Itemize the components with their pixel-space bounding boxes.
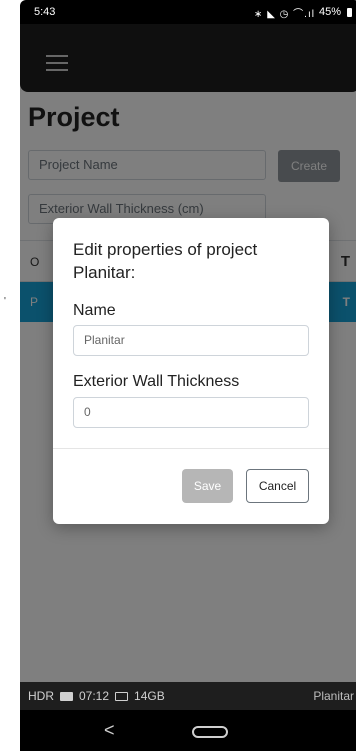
edit-project-modal: Edit properties of project Planitar: Nam… — [53, 218, 329, 524]
taskbar-app-name: Planitar — [313, 689, 354, 703]
bottom-taskbar: HDR 07:12 14GB Planitar — [20, 682, 360, 710]
phone-screen: ' 5:43 ∗ ◣ ◷ ⌒.ıl 45% Project Project Na… — [0, 0, 360, 751]
modal-footer-divider — [53, 448, 329, 449]
cancel-button[interactable]: Cancel — [246, 469, 309, 503]
left-bezel — [0, 0, 20, 751]
hdr-label: HDR — [28, 689, 54, 703]
taskbar-storage: 14GB — [134, 689, 165, 703]
battery-icon — [347, 7, 352, 17]
status-icons-glyphs: ∗ ◣ ◷ ⌒.ıl — [254, 8, 315, 20]
status-icons: ∗ ◣ ◷ ⌒.ıl 45% — [254, 5, 352, 20]
battery-percent: 45% — [318, 6, 341, 18]
storage-icon — [115, 691, 129, 701]
home-icon[interactable] — [192, 726, 228, 738]
thickness-input[interactable]: 0 — [73, 397, 309, 428]
taskbar-time: 07:12 — [79, 689, 110, 703]
status-time: 5:43 — [34, 6, 56, 18]
name-input[interactable]: Planitar — [73, 325, 309, 356]
bezel-mark: ' — [4, 296, 6, 307]
status-bar: 5:43 ∗ ◣ ◷ ⌒.ıl 45% — [20, 0, 360, 24]
thickness-label: Exterior Wall Thickness — [73, 373, 240, 390]
navigation-bar: < — [20, 710, 360, 751]
right-bezel — [356, 0, 360, 751]
back-icon[interactable]: < — [104, 720, 115, 741]
battery-bar-icon — [60, 691, 73, 701]
taskbar-left: HDR 07:12 14GB — [28, 689, 313, 703]
modal-title: Edit properties of project Planitar: — [73, 240, 258, 282]
save-button[interactable]: Save — [182, 469, 233, 503]
name-label: Name — [73, 302, 116, 319]
